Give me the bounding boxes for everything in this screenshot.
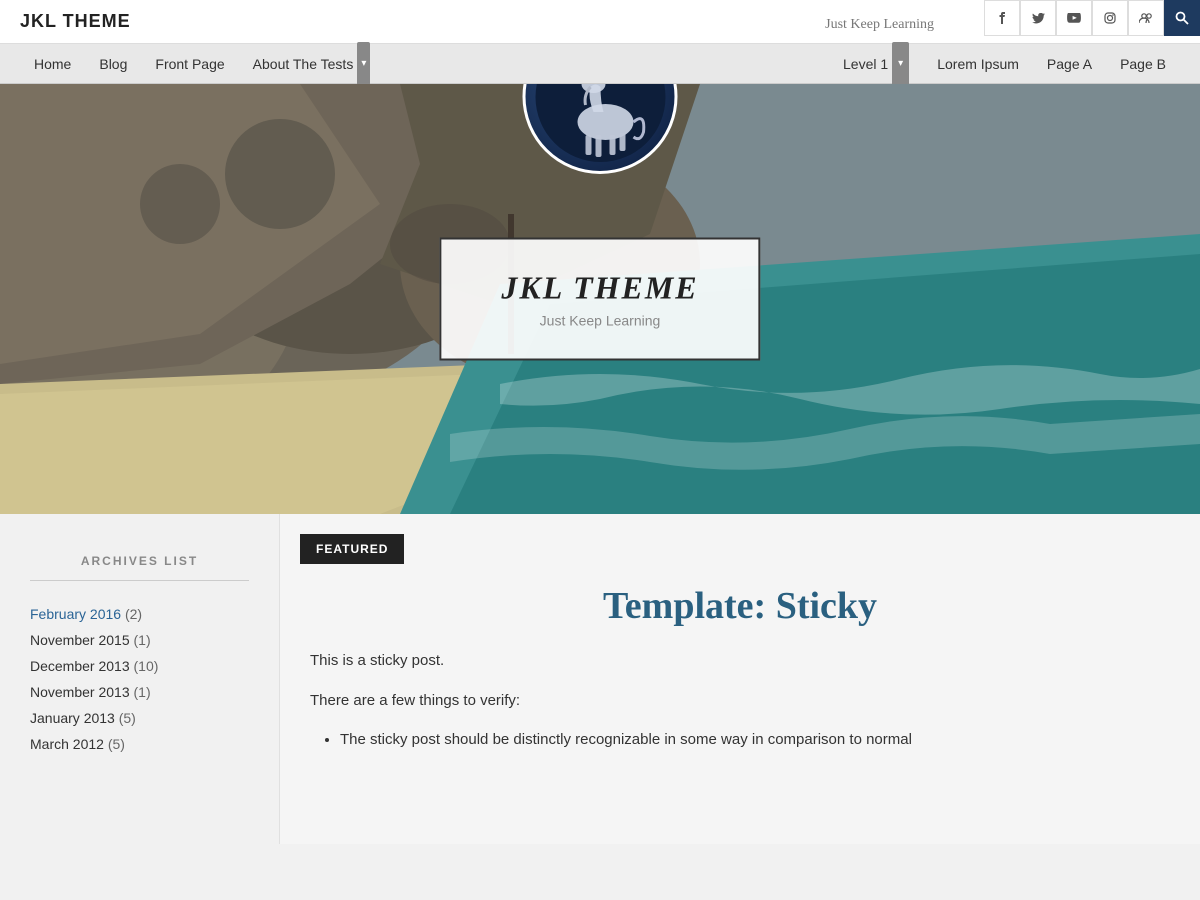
- hero-site-title: JKL THEME: [501, 270, 698, 307]
- post-body: This is a sticky post. There are a few t…: [310, 648, 1170, 753]
- youtube-icon[interactable]: [1056, 0, 1092, 36]
- level1-dropdown-arrow: ▾: [892, 42, 909, 86]
- nav-right: Level 1 ▾ Lorem Ipsum Page A Page B: [829, 44, 1180, 84]
- nav-bar: Home Blog Front Page About The Tests ▾ L…: [0, 44, 1200, 84]
- nav-blog[interactable]: Blog: [85, 44, 141, 84]
- nav-lorem-ipsum[interactable]: Lorem Ipsum: [923, 44, 1033, 84]
- post-intro-1: This is a sticky post.: [310, 648, 1170, 674]
- archive-mar-2012-count: (5): [108, 736, 125, 752]
- archives-divider: [30, 580, 249, 581]
- search-button[interactable]: [1164, 0, 1200, 36]
- archive-jan-2013-count: (5): [119, 710, 136, 726]
- archive-dec-2013[interactable]: December 2013 (10): [30, 653, 249, 679]
- archive-feb-2016-link[interactable]: February 2016: [30, 606, 121, 622]
- archive-feb-2016-count: (2): [125, 606, 142, 622]
- archive-nov-2013-count: (1): [134, 684, 151, 700]
- archive-nov-2015[interactable]: November 2015 (1): [30, 627, 249, 653]
- content-area: ARCHIVES LIST February 2016 (2) November…: [0, 514, 1200, 844]
- about-tests-dropdown-arrow: ▾: [357, 42, 370, 86]
- hero-tagline: Just Keep Learning: [501, 313, 698, 329]
- sidebar: ARCHIVES LIST February 2016 (2) November…: [0, 514, 280, 844]
- nav-level1[interactable]: Level 1 ▾: [829, 44, 923, 84]
- post-area: Template: Sticky This is a sticky post. …: [280, 564, 1200, 789]
- archives-title: ARCHIVES LIST: [30, 554, 249, 568]
- post-bullet-1: The sticky post should be distinctly rec…: [340, 727, 1170, 753]
- nav-home[interactable]: Home: [20, 44, 85, 84]
- nav-page-b[interactable]: Page B: [1106, 44, 1180, 84]
- hero-title-box: JKL THEME Just Keep Learning: [439, 238, 760, 361]
- archive-nov-2013[interactable]: November 2013 (1): [30, 679, 249, 705]
- nav-about-tests[interactable]: About The Tests ▾: [239, 44, 385, 84]
- archive-feb-2016[interactable]: February 2016 (2): [30, 601, 249, 627]
- nav-front-page[interactable]: Front Page: [141, 44, 238, 84]
- twitter-icon[interactable]: [1020, 0, 1056, 36]
- tagline-top: Just Keep Learning: [825, 17, 934, 33]
- post-intro-2: There are a few things to verify:: [310, 688, 1170, 714]
- site-title-top: JKL THEME: [20, 11, 131, 32]
- social-icons: [984, 0, 1200, 36]
- archive-nov-2015-count: (1): [134, 632, 151, 648]
- post-title: Template: Sticky: [310, 584, 1170, 628]
- instagram-icon[interactable]: [1092, 0, 1128, 36]
- facebook-icon[interactable]: [984, 0, 1020, 36]
- archive-jan-2013[interactable]: January 2013 (5): [30, 705, 249, 731]
- main-content: FEATURED Template: Sticky This is a stic…: [280, 514, 1200, 844]
- archive-dec-2013-count: (10): [134, 658, 159, 674]
- nav-page-a[interactable]: Page A: [1033, 44, 1106, 84]
- group-icon[interactable]: [1128, 0, 1164, 36]
- top-bar: JKL THEME Just Keep Learning: [0, 0, 1200, 44]
- archive-mar-2012[interactable]: March 2012 (5): [30, 731, 249, 757]
- hero-section: JKL THEME Just Keep Learning: [0, 84, 1200, 514]
- featured-badge: FEATURED: [300, 534, 404, 564]
